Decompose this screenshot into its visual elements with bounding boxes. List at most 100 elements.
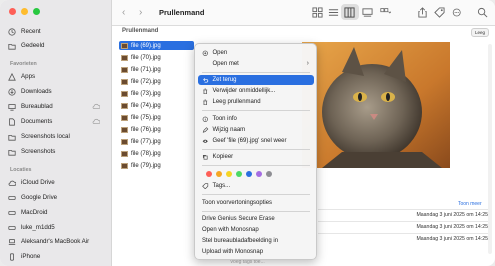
sidebar-item-recent[interactable]: Recent bbox=[8, 26, 106, 37]
back-icon[interactable]: ‹ bbox=[122, 7, 125, 18]
sidebar-item-google-drive[interactable]: Google Drive bbox=[8, 192, 106, 203]
sidebar-item-shared[interactable]: Gedeeld bbox=[8, 40, 106, 51]
file-name: file (77).jpg bbox=[131, 138, 161, 145]
laptop-icon bbox=[8, 238, 16, 245]
menu-item-copy[interactable]: Kopieer bbox=[198, 152, 314, 162]
folder-icon bbox=[8, 149, 16, 156]
empty-trash-button[interactable]: Leeg bbox=[470, 28, 489, 37]
sidebar-item-documents[interactable]: Documents bbox=[8, 116, 106, 127]
menu-item-set-desktop-picture[interactable]: Stel bureaubladafbeelding in bbox=[198, 236, 314, 246]
icon-view-icon[interactable] bbox=[312, 7, 323, 18]
tag-color-dot[interactable] bbox=[266, 171, 272, 177]
sidebar-item-macdroid[interactable]: MacDroid bbox=[8, 207, 106, 218]
close-button[interactable] bbox=[9, 8, 16, 15]
menu-item-empty-trash[interactable]: Leeg prullenmand bbox=[198, 97, 314, 107]
image-thumbnail-icon bbox=[121, 54, 128, 61]
tag-color-dot[interactable] bbox=[246, 171, 252, 177]
file-row[interactable]: file (76).jpg bbox=[119, 125, 194, 134]
scrollbar[interactable] bbox=[488, 44, 492, 254]
file-row[interactable]: file (78).jpg bbox=[119, 149, 194, 158]
more-actions-icon[interactable] bbox=[452, 7, 463, 18]
menu-item-open[interactable]: Open bbox=[198, 48, 314, 58]
sidebar-item-screenshots-local[interactable]: Screenshots local bbox=[8, 131, 106, 142]
file-name: file (79).jpg bbox=[131, 162, 161, 169]
minimize-button[interactable] bbox=[21, 8, 28, 15]
sidebar-item-macbook[interactable]: Aleksandr's MacBook Air bbox=[8, 236, 106, 247]
search-icon[interactable] bbox=[477, 7, 488, 18]
file-row[interactable]: file (73).jpg bbox=[119, 89, 194, 98]
divider bbox=[318, 221, 488, 222]
tag-color-dot[interactable] bbox=[226, 171, 232, 177]
image-thumbnail-icon bbox=[121, 102, 128, 109]
file-name: file (71).jpg bbox=[131, 66, 161, 73]
sidebar-item-icloud[interactable]: iCloud Drive bbox=[8, 177, 106, 188]
menu-item-upload-monosnap[interactable]: Upload with Monosnap bbox=[198, 247, 314, 257]
phone-icon bbox=[10, 252, 14, 261]
menu-item-label: Open with Monosnap bbox=[202, 226, 259, 233]
menu-item-delete-immediately[interactable]: Verwijder onmiddellijk... bbox=[198, 86, 314, 96]
menu-item-label: Stel bureaubladafbeelding in bbox=[202, 237, 279, 244]
tag-icon[interactable] bbox=[434, 7, 445, 18]
apps-icon bbox=[8, 72, 16, 81]
menu-separator bbox=[202, 211, 310, 212]
trash-icon bbox=[203, 99, 208, 105]
menu-item-rename[interactable]: Wijzig naam bbox=[198, 125, 314, 135]
menu-item-preview-options[interactable]: Toon voorvertoningsopties bbox=[198, 198, 314, 208]
folder-icon bbox=[8, 134, 16, 141]
sidebar-item-label: Documents bbox=[21, 118, 53, 125]
menu-item-open-with[interactable]: Open met › bbox=[198, 59, 314, 69]
sidebar-item-label: iCloud Drive bbox=[21, 179, 55, 186]
show-more-link[interactable]: Toon meer bbox=[458, 201, 482, 207]
menu-separator bbox=[202, 72, 310, 73]
column-header: Prullenmand bbox=[122, 28, 159, 34]
menu-item-get-info[interactable]: Toon info bbox=[198, 114, 314, 124]
file-row[interactable]: file (71).jpg bbox=[119, 65, 194, 74]
file-row[interactable]: file (77).jpg bbox=[119, 137, 194, 146]
menu-item-label: Verwijder onmiddellijk... bbox=[212, 87, 276, 94]
sidebar-item-desktop[interactable]: Bureaublad bbox=[8, 101, 106, 112]
sidebar-item-screenshots[interactable]: Screenshots bbox=[8, 146, 106, 157]
file-name: file (69).jpg bbox=[131, 42, 161, 49]
sidebar-item-iphone[interactable]: iPhone bbox=[8, 251, 106, 262]
group-options-icon[interactable] bbox=[380, 7, 391, 18]
gallery-view-icon[interactable] bbox=[362, 7, 373, 18]
tag-color-dot[interactable] bbox=[206, 171, 212, 177]
menu-separator bbox=[202, 165, 310, 166]
tag-color-dot[interactable] bbox=[236, 171, 242, 177]
sidebar-item-downloads[interactable]: Downloads bbox=[8, 86, 106, 97]
file-name: file (74).jpg bbox=[131, 102, 161, 109]
pencil-icon bbox=[202, 126, 209, 133]
locations-header: Locaties bbox=[10, 167, 32, 173]
cloud-icon bbox=[8, 180, 16, 186]
forward-icon[interactable]: › bbox=[139, 7, 142, 18]
file-name: file (78).jpg bbox=[131, 150, 161, 157]
zoom-button[interactable] bbox=[33, 8, 40, 15]
menu-item-open-monosnap[interactable]: Open with Monosnap bbox=[198, 225, 314, 235]
file-row[interactable]: file (72).jpg bbox=[119, 77, 194, 86]
clock-icon bbox=[8, 27, 16, 36]
tag-color-dot[interactable] bbox=[216, 171, 222, 177]
file-row[interactable]: file (70).jpg bbox=[119, 53, 194, 62]
menu-item-quick-look[interactable]: Geef 'file (69).jpg' snel weer bbox=[198, 136, 314, 146]
icloud-status-icon bbox=[92, 103, 100, 109]
share-icon[interactable] bbox=[417, 7, 428, 18]
menu-item-label: Leeg prullenmand bbox=[212, 98, 261, 105]
menu-separator bbox=[202, 149, 310, 150]
tag-color-dot[interactable] bbox=[256, 171, 262, 177]
file-row[interactable]: file (74).jpg bbox=[119, 101, 194, 110]
file-row[interactable]: file (69).jpg bbox=[119, 41, 194, 50]
list-view-icon[interactable] bbox=[328, 7, 339, 18]
menu-item-drive-genius[interactable]: Drive Genius Secure Erase bbox=[198, 214, 314, 224]
column-view-icon[interactable] bbox=[344, 7, 355, 18]
file-row[interactable]: file (79).jpg bbox=[119, 161, 194, 170]
menu-item-put-back[interactable]: Zet terug bbox=[198, 75, 314, 85]
date-row: Maandag 3 juni 2025 om 14:25 bbox=[416, 212, 488, 218]
window-title: Prullenmand bbox=[159, 8, 205, 17]
date-row: Maandag 3 juni 2025 om 14:25 bbox=[416, 224, 488, 230]
menu-item-label: Open met bbox=[212, 60, 239, 67]
menu-item-tags[interactable]: Tags... bbox=[198, 181, 314, 191]
sidebar-item-apps[interactable]: Apps bbox=[8, 71, 106, 82]
file-row[interactable]: file (75).jpg bbox=[119, 113, 194, 122]
menu-item-label: Toon voorvertoningsopties bbox=[202, 199, 273, 206]
sidebar-item-luke[interactable]: luke_m1dd5 bbox=[8, 222, 106, 233]
